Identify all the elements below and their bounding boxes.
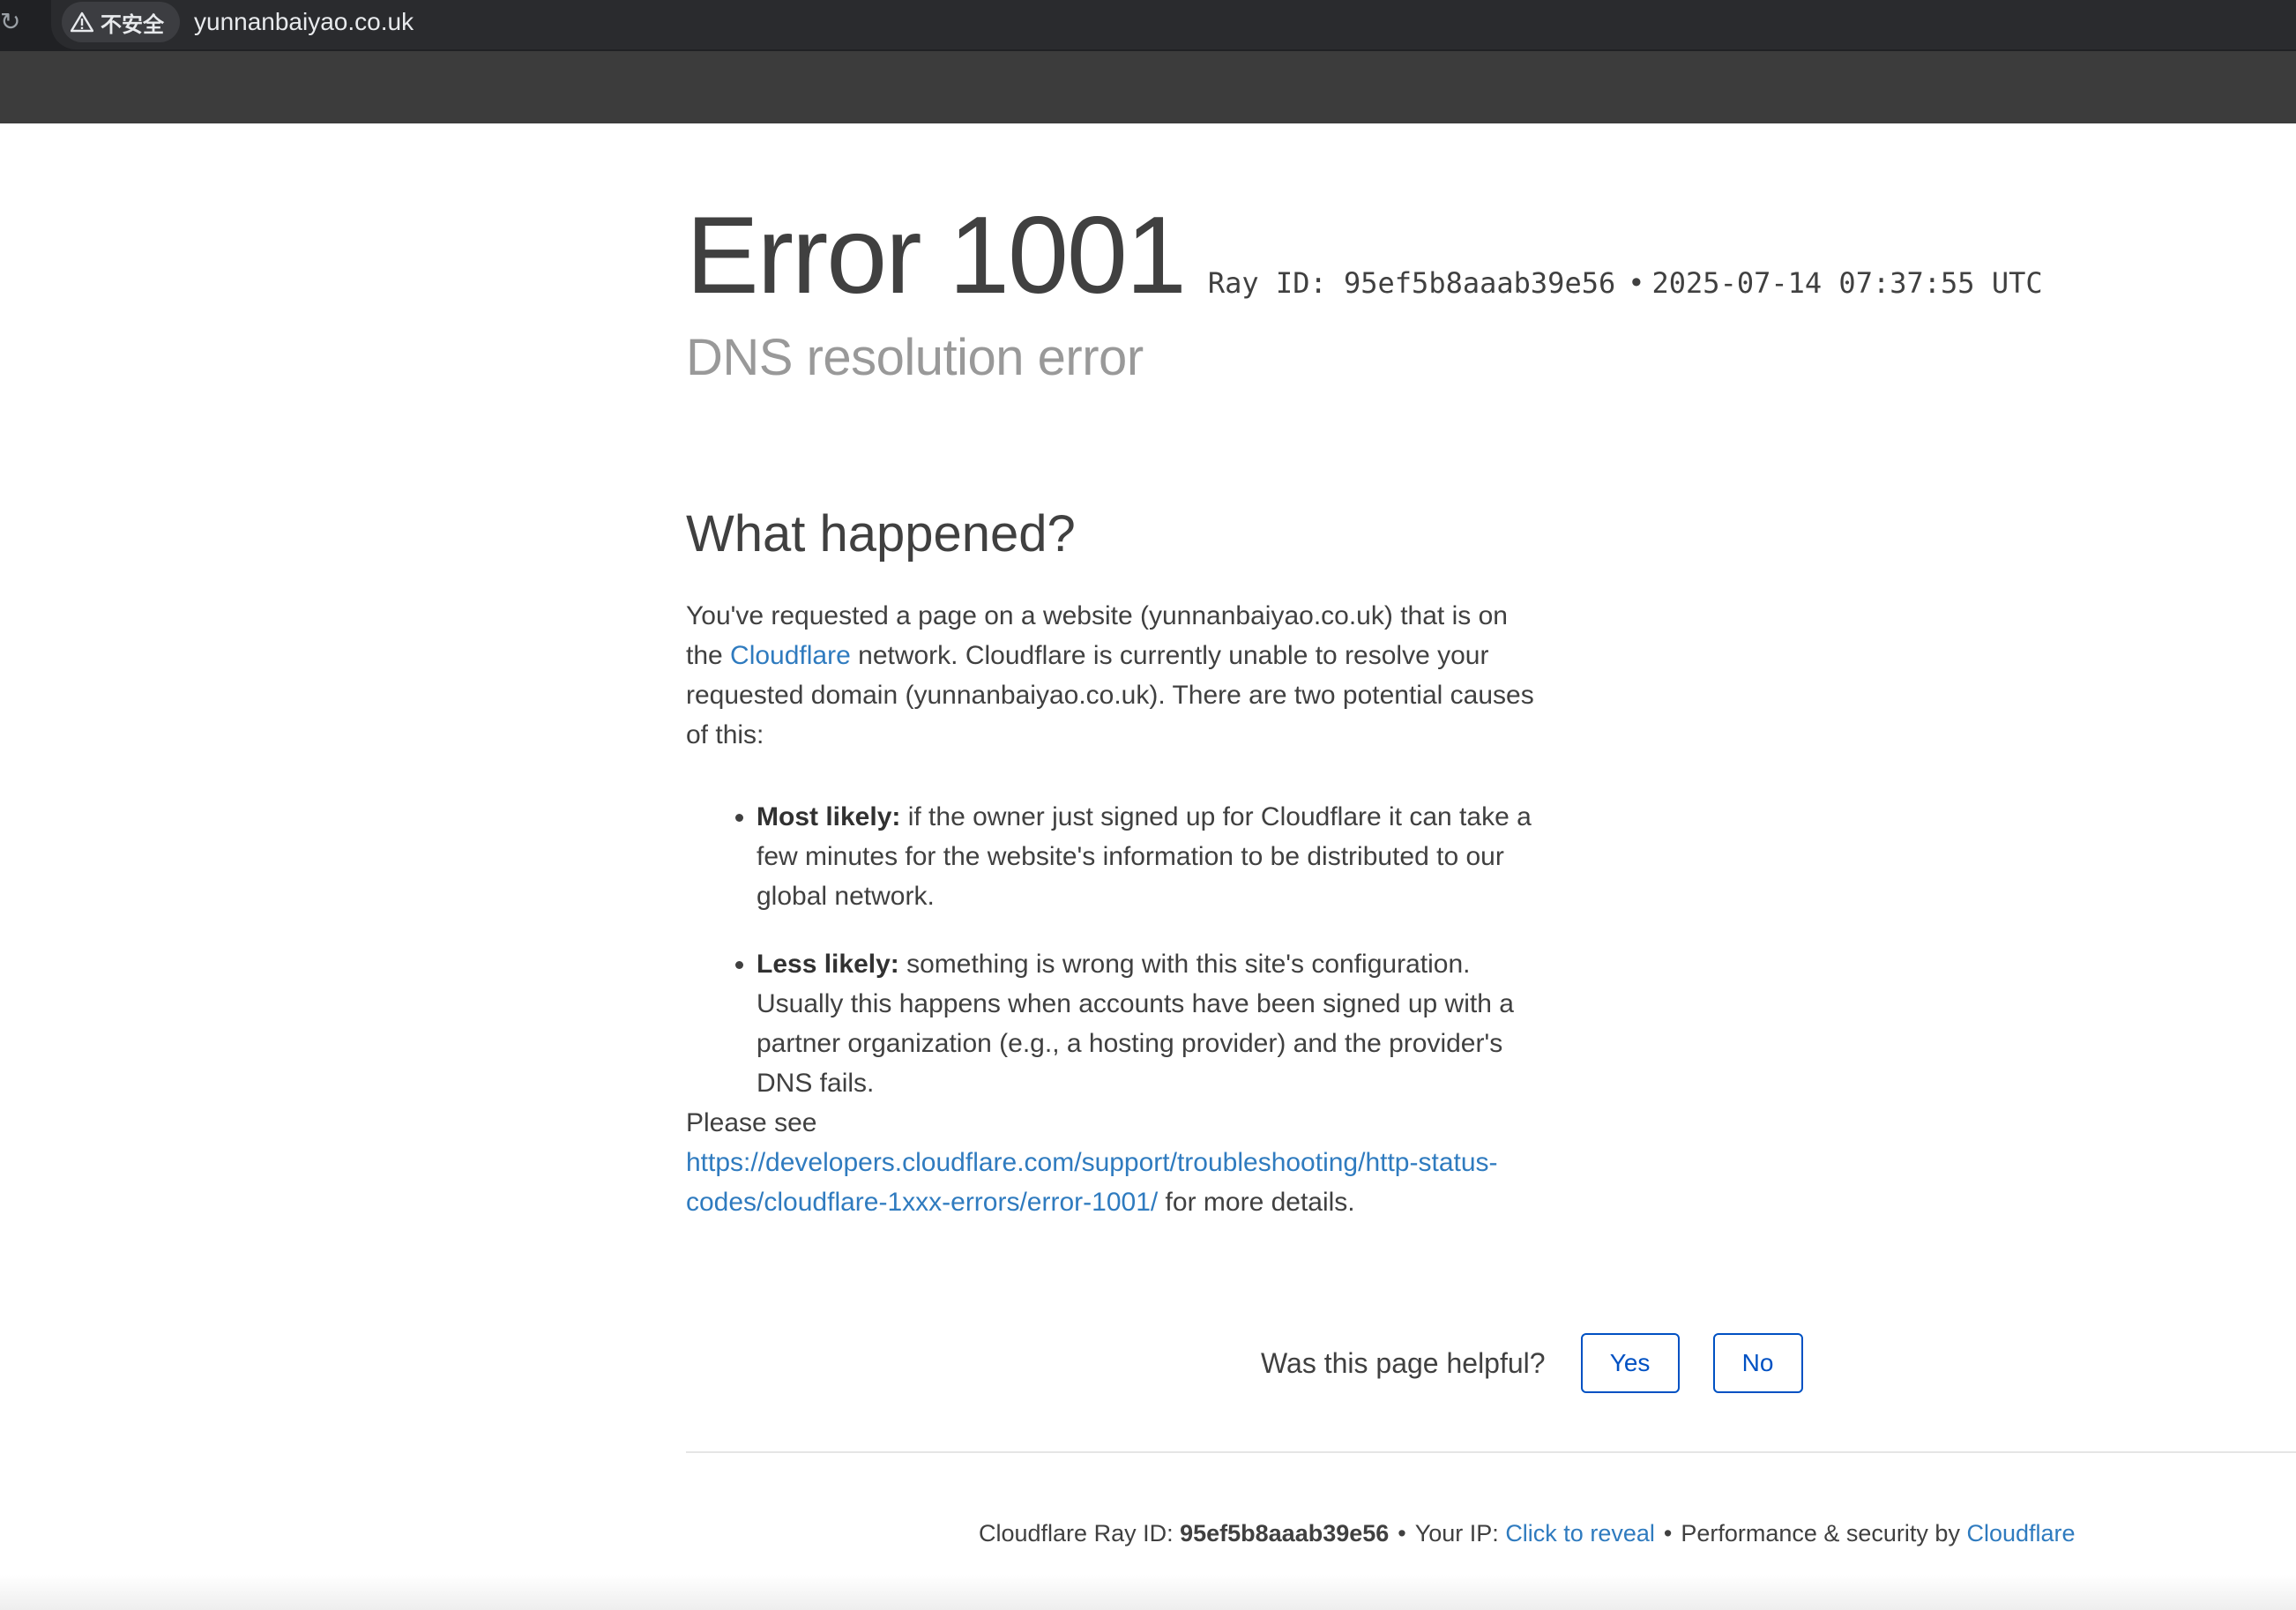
error-subtitle: DNS resolution error — [686, 329, 1144, 386]
url-text[interactable]: yunnanbaiyao.co.uk — [194, 0, 414, 44]
see-more-paragraph: Please see https://developers.cloudflare.… — [686, 1103, 1550, 1222]
browser-toolbar — [0, 51, 2296, 123]
footer-ip-prefix: Your IP: — [1414, 1520, 1506, 1547]
footer: Cloudflare Ray ID: 95ef5b8aaab39e56 • Your… — [979, 1520, 2076, 1547]
error-header: Error 1001 Ray ID: 95ef5b8aaab39e56 • 2025… — [686, 201, 2043, 310]
security-label: 不安全 — [101, 12, 164, 37]
ray-info: Ray ID: 95ef5b8aaab39e56 • 2025-07-14 07:3… — [1208, 266, 2043, 300]
footer-perf-prefix: Performance & security by — [1681, 1520, 1967, 1547]
error-title: Error 1001 — [686, 195, 1187, 317]
feedback-question: Was this page helpful? — [1261, 1346, 1546, 1379]
security-indicator[interactable]: 不安全 — [62, 2, 180, 42]
what-happened-body: You've requested a page on a website (yu… — [686, 596, 1550, 1222]
ray-id-label: Ray ID: 95ef5b8aaab39e56 — [1207, 266, 1616, 300]
causes-list: Most likely: if the owner just signed up… — [686, 797, 1550, 1103]
cloudflare-link[interactable]: Cloudflare — [730, 641, 851, 670]
browser-tab-bar: ↻ 不安全 yunnanbaiyao.co.uk — [0, 0, 2296, 51]
footer-divider — [686, 1451, 2296, 1453]
feedback-section: Was this page helpful? Yes No — [1261, 1333, 1803, 1393]
warning-icon — [71, 11, 93, 33]
reload-icon[interactable]: ↻ — [0, 9, 20, 35]
cause-label: Most likely: — [757, 802, 901, 831]
what-happened-heading: What happened? — [686, 505, 1076, 563]
feedback-yes-button[interactable]: Yes — [1580, 1333, 1680, 1393]
feedback-no-button[interactable]: No — [1712, 1333, 1803, 1393]
explanation-paragraph: You've requested a page on a website (yu… — [686, 596, 1550, 755]
footer-cloudflare-link[interactable]: Cloudflare — [1966, 1520, 2075, 1547]
footer-ray-id: 95ef5b8aaab39e56 — [1180, 1520, 1390, 1547]
separator-dot: • — [1398, 1520, 1406, 1547]
timestamp: 2025-07-14 07:37:55 UTC — [1651, 266, 2043, 300]
cause-label: Less likely: — [757, 950, 899, 979]
docs-link[interactable]: https://developers.cloudflare.com/suppor… — [686, 1148, 1498, 1217]
footer-ray-prefix: Cloudflare Ray ID: — [979, 1520, 1181, 1547]
bottom-shadow — [0, 1575, 2296, 1610]
see-prefix: Please see — [686, 1108, 817, 1137]
list-item: Less likely: something is wrong with thi… — [757, 944, 1550, 1103]
see-suffix: for more details. — [1158, 1188, 1355, 1217]
reveal-ip-link[interactable]: Click to reveal — [1505, 1520, 1655, 1547]
separator-dot: • — [1628, 266, 1645, 300]
separator-dot: • — [1663, 1520, 1673, 1547]
list-item: Most likely: if the owner just signed up… — [757, 797, 1550, 916]
